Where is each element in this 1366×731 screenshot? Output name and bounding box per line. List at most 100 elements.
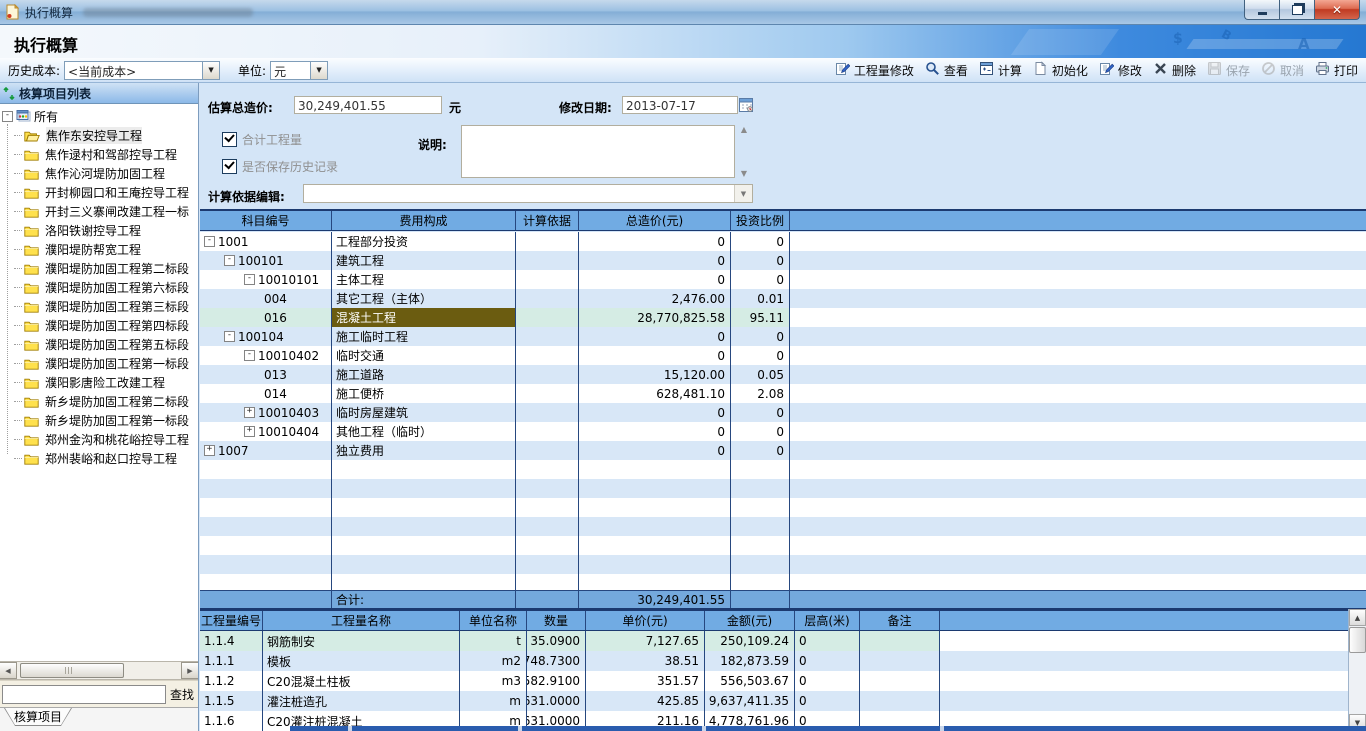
chevron-down-icon[interactable]: ▼ bbox=[202, 62, 219, 79]
tab-accounting-projects[interactable]: 核算项目 bbox=[4, 708, 72, 726]
quantity-cell-price[interactable]: 351.57 bbox=[586, 671, 705, 691]
quantity-cell-unit[interactable]: m bbox=[460, 691, 527, 711]
quantity-cell-note[interactable] bbox=[860, 631, 940, 651]
budget-cell-basis[interactable] bbox=[516, 365, 579, 384]
quantity-cell-code[interactable]: 1.1.4 bbox=[200, 631, 263, 651]
budget-cell-ratio[interactable]: 0.01 bbox=[731, 289, 790, 308]
quantity-cell-amount[interactable]: 182,873.59 bbox=[705, 651, 795, 671]
collapse-icon[interactable]: - bbox=[224, 331, 235, 342]
find-button[interactable]: 查找 bbox=[170, 686, 194, 703]
minimize-button[interactable] bbox=[1244, 0, 1279, 20]
quantity-cell-note[interactable] bbox=[860, 671, 940, 691]
budget-cell-name[interactable]: 其他工程（临时） bbox=[332, 422, 516, 441]
calendar-icon[interactable] bbox=[739, 97, 754, 113]
tree-item-project[interactable]: 焦作逯村和驾部控导工程 bbox=[0, 145, 198, 164]
tree-item-project[interactable]: 郑州裴峪和赵口控导工程 bbox=[0, 449, 198, 468]
budget-cell-basis[interactable] bbox=[516, 289, 579, 308]
budget-cell-ratio[interactable]: 0 bbox=[731, 346, 790, 365]
budget-cell-basis[interactable] bbox=[516, 327, 579, 346]
budget-cell-total[interactable]: 0 bbox=[579, 346, 731, 365]
checkbox-save-history[interactable]: 是否保存历史记录 bbox=[222, 158, 338, 175]
budget-cell-ratio[interactable]: 0 bbox=[731, 270, 790, 289]
budget-cell-code[interactable]: -100101 bbox=[200, 251, 332, 270]
quantity-row[interactable]: 1.1.4钢筋制安t35.09007,127.65250,109.240 bbox=[200, 631, 1348, 651]
budget-cell-total[interactable]: 0 bbox=[579, 251, 731, 270]
history-cost-select[interactable]: <当前成本> ▼ bbox=[64, 61, 220, 80]
tree-item-project[interactable]: 濮阳影唐险工改建工程 bbox=[0, 373, 198, 392]
scroll-left-icon[interactable]: ◀ bbox=[0, 662, 17, 679]
budget-cell-total[interactable]: 0 bbox=[579, 232, 731, 251]
view-button[interactable]: 查看 bbox=[925, 61, 968, 79]
chevron-down-icon[interactable]: ▼ bbox=[734, 185, 752, 202]
modify-date-input[interactable] bbox=[622, 96, 738, 114]
tree-item-project[interactable]: 濮阳堤防加固工程第二标段 bbox=[0, 259, 198, 278]
quantity-cell-code[interactable]: 1.1.5 bbox=[200, 691, 263, 711]
budget-row[interactable]: -10010402临时交通00 bbox=[200, 346, 1366, 365]
collapse-icon[interactable]: - bbox=[244, 274, 255, 285]
budget-cell-code[interactable]: 014 bbox=[200, 384, 332, 403]
modify-quantity-button[interactable]: 工程量修改 bbox=[835, 61, 914, 79]
modify-button[interactable]: 修改 bbox=[1099, 61, 1142, 79]
quantity-cell-qty[interactable]: 22,631.0000 bbox=[527, 691, 586, 711]
budget-cell-total[interactable]: 28,770,825.58 bbox=[579, 308, 731, 327]
scrollbar-thumb[interactable] bbox=[20, 663, 124, 678]
checkbox-total-quantity[interactable]: 合计工程量 bbox=[222, 131, 302, 148]
close-button[interactable]: ✕ bbox=[1314, 0, 1360, 20]
quantity-cell-code[interactable]: 1.1.6 bbox=[200, 711, 263, 731]
budget-cell-total[interactable]: 0 bbox=[579, 403, 731, 422]
budget-cell-ratio[interactable]: 0 bbox=[731, 441, 790, 460]
quantity-table-scrollbar[interactable]: ▲ ▼ bbox=[1348, 609, 1366, 731]
budget-cell-name[interactable]: 施工临时工程 bbox=[332, 327, 516, 346]
budget-row[interactable]: -10010101主体工程00 bbox=[200, 270, 1366, 289]
budget-cell-total[interactable]: 0 bbox=[579, 270, 731, 289]
tree-item-project[interactable]: 开封三义寨闸改建工程一标 bbox=[0, 202, 198, 221]
tree-item-project[interactable]: 开封柳园口和王庵控导工程 bbox=[0, 183, 198, 202]
budget-col-header[interactable]: 总造价(元) bbox=[579, 211, 731, 230]
budget-cell-ratio[interactable]: 95.11 bbox=[731, 308, 790, 327]
collapse-icon[interactable]: - bbox=[2, 111, 13, 122]
tree-root-all[interactable]: -所有 bbox=[0, 107, 198, 126]
budget-cell-total[interactable]: 0 bbox=[579, 422, 731, 441]
budget-cell-ratio[interactable]: 0 bbox=[731, 232, 790, 251]
budget-cell-total[interactable]: 2,476.00 bbox=[579, 289, 731, 308]
checkbox-checked-icon[interactable] bbox=[222, 132, 237, 147]
quantity-row[interactable]: 1.1.1模板m24,748.730038.51182,873.590 bbox=[200, 651, 1348, 671]
budget-cell-basis[interactable] bbox=[516, 384, 579, 403]
quantity-col-header[interactable]: 工程量名称 bbox=[263, 611, 460, 630]
scroll-up-icon[interactable]: ▲ bbox=[1349, 609, 1366, 626]
quantity-cell-name[interactable]: 钢筋制安 bbox=[263, 631, 460, 651]
tree-item-project[interactable]: 濮阳堤防加固工程第六标段 bbox=[0, 278, 198, 297]
tree-item-project[interactable]: 新乡堤防加固工程第一标段 bbox=[0, 411, 198, 430]
quantity-cell-name[interactable]: C20混凝土柱板 bbox=[263, 671, 460, 691]
budget-cell-code[interactable]: +1007 bbox=[200, 441, 332, 460]
scrollbar-track[interactable] bbox=[1349, 653, 1366, 714]
budget-cell-name[interactable]: 主体工程 bbox=[332, 270, 516, 289]
quantity-col-header[interactable]: 数量 bbox=[527, 611, 586, 630]
tree-item-project[interactable]: 焦作沁河堤防加固工程 bbox=[0, 164, 198, 183]
budget-cell-name[interactable]: 施工道路 bbox=[332, 365, 516, 384]
calc-basis-select[interactable]: ▼ bbox=[303, 184, 753, 203]
unit-select[interactable]: 元 ▼ bbox=[270, 61, 328, 80]
budget-cell-basis[interactable] bbox=[516, 270, 579, 289]
budget-cell-ratio[interactable]: 2.08 bbox=[731, 384, 790, 403]
scrollbar-thumb[interactable] bbox=[1349, 627, 1366, 653]
collapse-icon[interactable]: - bbox=[244, 350, 255, 361]
budget-cell-name[interactable]: 其它工程（主体） bbox=[332, 289, 516, 308]
quantity-cell-name[interactable]: 灌注桩造孔 bbox=[263, 691, 460, 711]
quantity-cell-note[interactable] bbox=[860, 651, 940, 671]
budget-cell-ratio[interactable]: 0 bbox=[731, 251, 790, 270]
budget-row[interactable]: +10010404其他工程（临时）00 bbox=[200, 422, 1366, 441]
quantity-cell-qty[interactable]: 35.0900 bbox=[527, 631, 586, 651]
tree-item-project[interactable]: 濮阳堤防加固工程第三标段 bbox=[0, 297, 198, 316]
quantity-cell-amount[interactable]: 9,637,411.35 bbox=[705, 691, 795, 711]
budget-row[interactable]: 013施工道路15,120.000.05 bbox=[200, 365, 1366, 384]
budget-cell-ratio[interactable]: 0 bbox=[731, 422, 790, 441]
budget-col-header[interactable]: 科目编号 bbox=[200, 211, 332, 230]
budget-cell-total[interactable]: 0 bbox=[579, 327, 731, 346]
budget-cell-name[interactable]: 施工便桥 bbox=[332, 384, 516, 403]
budget-cell-code[interactable]: 016 bbox=[200, 308, 332, 327]
budget-cell-code[interactable]: 004 bbox=[200, 289, 332, 308]
budget-row[interactable]: -100101建筑工程00 bbox=[200, 251, 1366, 270]
quantity-cell-height[interactable]: 0 bbox=[795, 651, 860, 671]
budget-row[interactable]: 004其它工程（主体） 2,476.000.01 bbox=[200, 289, 1366, 308]
